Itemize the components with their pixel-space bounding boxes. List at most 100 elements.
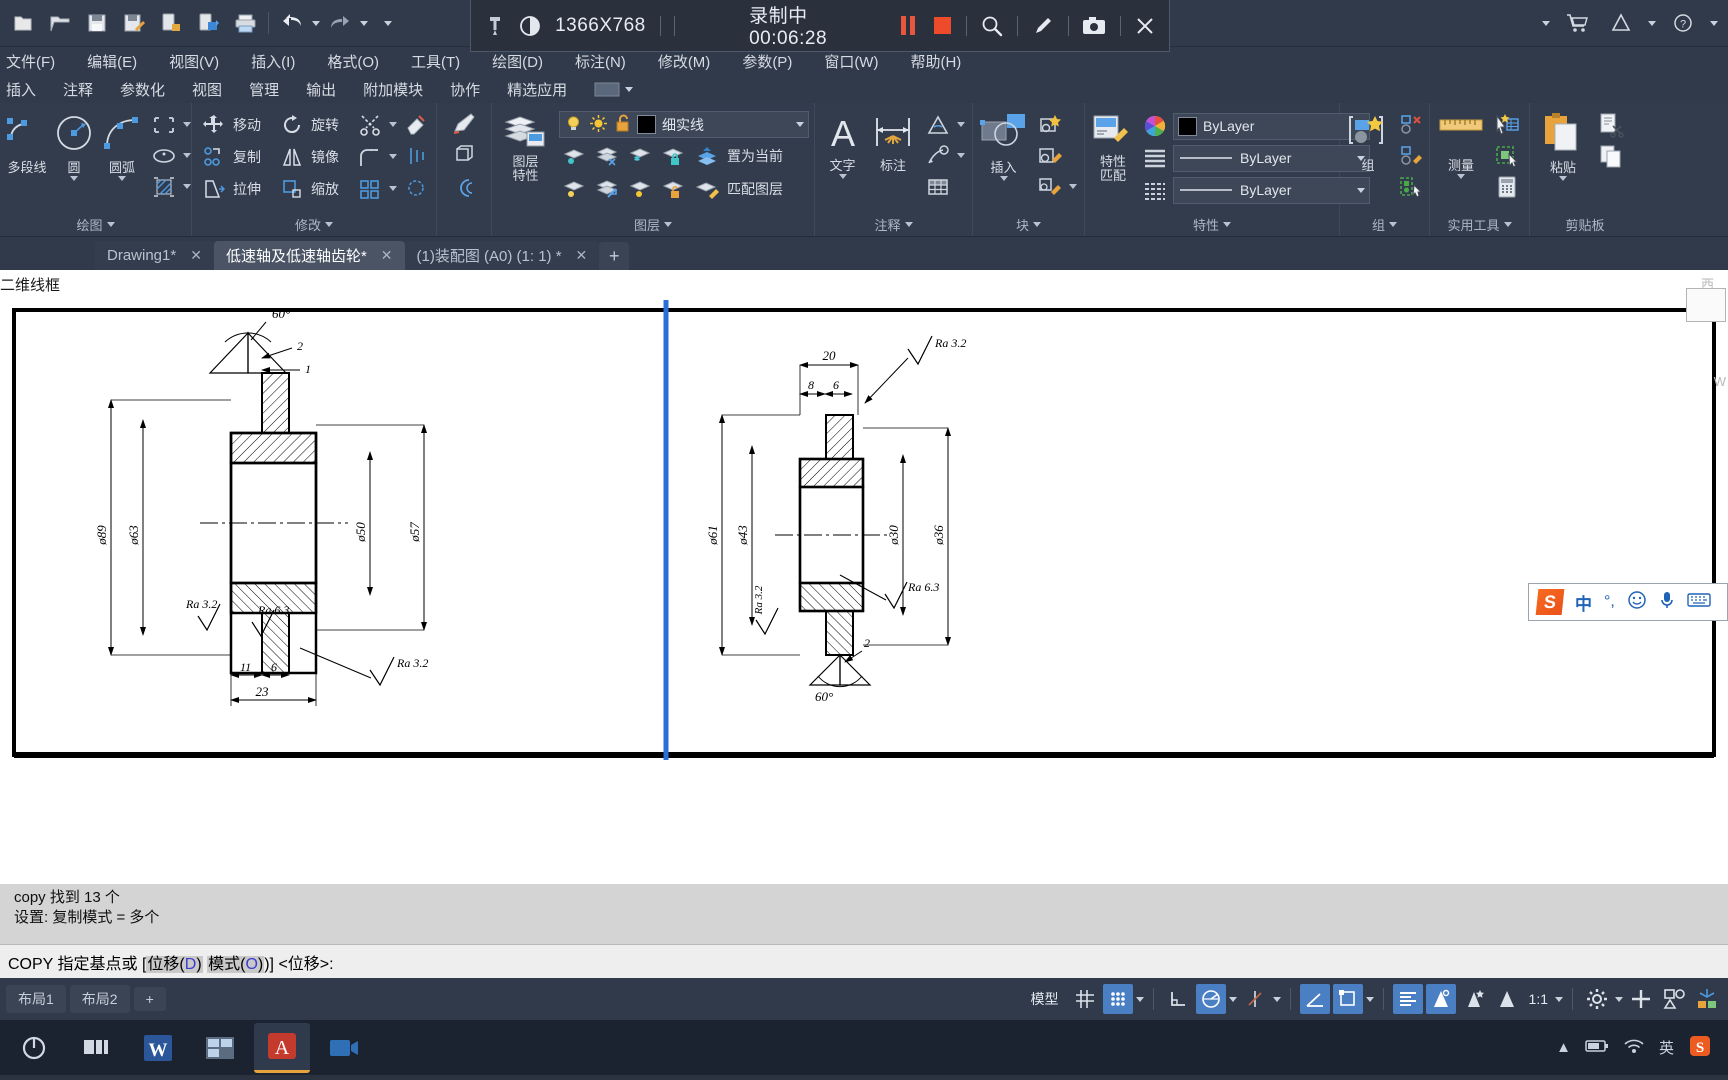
- text-button[interactable]: A 文字: [820, 109, 865, 179]
- set-current-layer-button[interactable]: 置为当前: [691, 140, 785, 171]
- command-option-1[interactable]: 位移(D): [146, 956, 203, 973]
- ime-punctuation-toggle[interactable]: °,: [1604, 593, 1615, 611]
- pause-recording-button[interactable]: [898, 11, 918, 41]
- insert-dropdown-caret[interactable]: [999, 176, 1008, 181]
- ribbon-tab-collab[interactable]: 协作: [450, 79, 480, 100]
- snap-toggle[interactable]: [1102, 984, 1133, 1014]
- measure-button[interactable]: 测量: [1435, 109, 1487, 179]
- ellipse-button[interactable]: [147, 140, 193, 171]
- ribbon-tab-output[interactable]: 输出: [306, 79, 336, 100]
- stop-recording-button[interactable]: [932, 11, 952, 41]
- undo-dropdown-caret[interactable]: [312, 20, 320, 26]
- linetype-icon[interactable]: [1140, 175, 1170, 205]
- annotation-monitor-toggle[interactable]: [1392, 984, 1423, 1014]
- region-icon[interactable]: [449, 141, 479, 171]
- menu-item-tools[interactable]: 工具(T): [411, 51, 460, 72]
- layer-unlock-icon[interactable]: [614, 114, 631, 136]
- grid-toggle[interactable]: [1070, 984, 1100, 1014]
- color-wheel-icon[interactable]: [1140, 111, 1170, 141]
- ortho-toggle[interactable]: [1163, 984, 1193, 1014]
- app-caret-icon[interactable]: [1648, 20, 1656, 26]
- layer-freeze-snow-icon[interactable]: [625, 141, 655, 171]
- ribbon-tab-annotate[interactable]: 注释: [63, 79, 93, 100]
- open-from-web-icon[interactable]: [191, 6, 225, 40]
- layer-lock-icon[interactable]: [658, 141, 688, 171]
- recorder-taskbar-item[interactable]: [316, 1023, 372, 1073]
- arc-button[interactable]: 圆弧: [99, 109, 145, 181]
- create-block-button[interactable]: [1033, 109, 1079, 140]
- layer-dropdown-caret[interactable]: [796, 122, 804, 127]
- new-tab-button[interactable]: +: [599, 242, 630, 270]
- sogou-tray-icon[interactable]: S: [1688, 1034, 1712, 1062]
- contrast-icon[interactable]: [519, 11, 541, 41]
- plot-icon[interactable]: [228, 6, 262, 40]
- annotation-scale-toggle[interactable]: [1492, 984, 1522, 1014]
- lineweight-caret-icon[interactable]: [1365, 996, 1374, 1002]
- pin-icon[interactable]: [485, 11, 505, 41]
- menu-item-modify[interactable]: 修改(M): [658, 51, 711, 72]
- menu-item-format[interactable]: 格式(O): [327, 51, 379, 72]
- tab-low-speed-shaft-close-icon[interactable]: ✕: [381, 247, 393, 264]
- multiline-icon[interactable]: [449, 109, 479, 139]
- explorer-taskbar-item[interactable]: [192, 1023, 248, 1073]
- layer-thaw-all-icon[interactable]: [625, 174, 655, 204]
- settings-caret-icon[interactable]: [1615, 996, 1623, 1002]
- ribbon-tab-featured[interactable]: 精选应用: [507, 79, 567, 100]
- explode-icon[interactable]: [401, 173, 431, 203]
- osnap-toggle[interactable]: [1240, 984, 1270, 1014]
- layer-freeze-icon[interactable]: [592, 141, 622, 171]
- circle-button[interactable]: 圆: [51, 109, 97, 181]
- gear-icon[interactable]: [1582, 984, 1612, 1014]
- layer-unlock-all-icon[interactable]: [658, 174, 688, 204]
- layer-isolate-icon[interactable]: [559, 141, 589, 171]
- polar-caret-icon[interactable]: [1228, 996, 1237, 1002]
- ungroup-button[interactable]: [1394, 109, 1428, 140]
- lineweight-icon[interactable]: [1140, 143, 1170, 173]
- stretch-button[interactable]: 拉伸: [197, 173, 273, 204]
- keyboard-icon[interactable]: [1687, 591, 1711, 613]
- help-icon[interactable]: ?: [1666, 6, 1700, 40]
- word-taskbar-item[interactable]: W: [130, 1023, 186, 1073]
- quick-calc-button[interactable]: [1490, 171, 1524, 202]
- boundary-icon[interactable]: [449, 173, 479, 203]
- zoom-tool-button[interactable]: [981, 11, 1003, 41]
- arc-dropdown-caret[interactable]: [118, 176, 126, 181]
- layer-unisolate-icon[interactable]: [592, 174, 622, 204]
- autocad-taskbar-item[interactable]: A: [254, 1022, 310, 1073]
- cut-button[interactable]: [1594, 109, 1628, 140]
- annotation-visibility-toggle[interactable]: [1425, 984, 1456, 1014]
- close-recorder-button[interactable]: [1135, 11, 1155, 41]
- undo-icon[interactable]: [275, 6, 309, 40]
- menu-item-view[interactable]: 视图(V): [169, 51, 219, 72]
- layer-thaw-icon[interactable]: [589, 114, 608, 136]
- redo-icon[interactable]: [323, 6, 357, 40]
- drawing-canvas[interactable]: 二维线框 60° 2 1 ø89 ø63 ø50 ø57 Ra 3.2 Ra 6…: [0, 270, 1728, 884]
- cart-icon[interactable]: [1560, 6, 1594, 40]
- menu-item-help[interactable]: 帮助(H): [910, 51, 961, 72]
- tab-drawing1-close-icon[interactable]: ✕: [190, 247, 202, 264]
- menu-item-file[interactable]: 文件(F): [6, 51, 55, 72]
- layer-color-swatch[interactable]: [637, 115, 656, 134]
- measure-dropdown-caret[interactable]: [1457, 174, 1465, 179]
- save-as-icon[interactable]: [117, 6, 151, 40]
- customize-icon[interactable]: [1659, 984, 1689, 1014]
- save-to-web-icon[interactable]: [154, 6, 188, 40]
- fullscreen-icon[interactable]: [1626, 984, 1656, 1014]
- scale-caret-icon[interactable]: [1555, 996, 1563, 1002]
- ime-mode-label[interactable]: 中: [1575, 590, 1592, 615]
- hardware-accel-icon[interactable]: [1692, 984, 1722, 1014]
- dimension-button[interactable]: 标注: [869, 109, 917, 174]
- match-properties-button[interactable]: 特性 匹配: [1090, 109, 1136, 183]
- help-caret-icon[interactable]: [1710, 20, 1718, 26]
- angular-dim-button[interactable]: [921, 109, 967, 140]
- table-button[interactable]: [921, 171, 967, 202]
- viewport-visual-style-label[interactable]: 二维线框: [0, 274, 60, 295]
- polar-toggle[interactable]: [1195, 984, 1226, 1014]
- match-layer-button[interactable]: 匹配图层: [691, 173, 785, 204]
- new-file-icon[interactable]: [6, 6, 40, 40]
- layout-tab-2[interactable]: 布局2: [69, 985, 130, 1013]
- select-all-button[interactable]: [1490, 140, 1524, 171]
- tab-drawing1[interactable]: Drawing1* ✕: [95, 241, 214, 270]
- text-dropdown-caret[interactable]: [838, 174, 847, 179]
- rectangle-button[interactable]: [147, 109, 193, 140]
